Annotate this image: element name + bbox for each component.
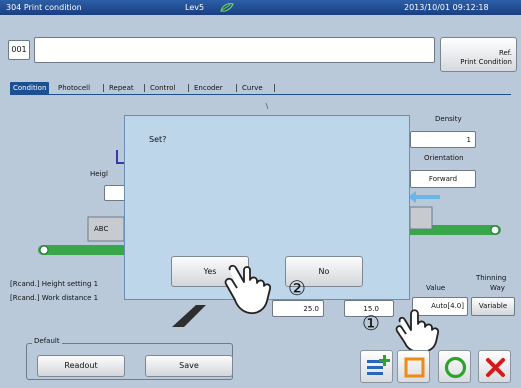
step-2-marker: ② xyxy=(288,276,306,300)
step-1-marker: ① xyxy=(362,311,380,335)
default-group-legend: Default xyxy=(32,337,62,345)
cross-cancel-icon xyxy=(486,358,505,377)
tab-condition[interactable]: Condition xyxy=(10,82,50,94)
ref-print-condition-button[interactable]: Ref. Print Condition xyxy=(440,37,517,72)
work-distance-label: [Rcand.] Work distance 1 xyxy=(10,294,99,302)
ref-button-line2: Print Condition xyxy=(460,58,512,66)
datetime: 2013/10/01 09:12:18 xyxy=(404,3,489,12)
tab-separator: | xyxy=(143,83,146,92)
tab-control[interactable]: Control xyxy=(150,82,175,94)
level-indicator: Lev5 xyxy=(185,3,205,12)
tab-separator: | xyxy=(187,83,190,92)
condition-id-field[interactable]: 001 xyxy=(8,40,30,60)
height-field[interactable] xyxy=(104,185,126,201)
list-plus-icon xyxy=(367,355,390,375)
density-label: Density xyxy=(435,115,462,123)
height-label: Heigl xyxy=(90,170,108,178)
tab-repeat[interactable]: Repeat xyxy=(109,82,134,94)
tab-curve[interactable]: Curve xyxy=(242,82,263,94)
tab-separator: | xyxy=(273,83,276,92)
condition-name-field[interactable] xyxy=(34,37,435,63)
sample-text: ABC xyxy=(94,225,109,233)
pointing-hand-icon xyxy=(395,309,440,353)
add-item-button[interactable] xyxy=(360,350,393,383)
workpiece-box xyxy=(409,206,433,230)
height-bracket-icon xyxy=(116,150,124,164)
thinning-label: Thinning xyxy=(476,274,507,282)
pointing-hand-icon xyxy=(224,264,272,314)
dialog-message: Set? xyxy=(149,135,167,144)
orientation-field[interactable]: Forward xyxy=(410,170,476,188)
tab-encoder[interactable]: Encoder xyxy=(194,82,223,94)
ref-button-line1: Ref. xyxy=(498,49,512,57)
orientation-label: Orientation xyxy=(424,154,464,162)
save-button[interactable]: Save xyxy=(145,355,233,377)
leaf-icon xyxy=(220,3,234,12)
square-icon xyxy=(404,357,425,378)
circle-ok-icon xyxy=(444,356,467,379)
ok-button[interactable] xyxy=(438,350,471,383)
square-button[interactable] xyxy=(397,350,430,383)
tab-separator: | xyxy=(102,83,105,92)
thinning-way-label: Way xyxy=(490,284,505,292)
tab-bar: Condition Photocell | Repeat | Control |… xyxy=(10,82,330,94)
height-setting-label: [Rcand.] Height setting 1 xyxy=(10,280,99,288)
density-field[interactable]: 1 xyxy=(410,131,476,148)
cancel-button[interactable] xyxy=(478,350,511,383)
tab-separator: | xyxy=(235,83,238,92)
readout-button[interactable]: Readout xyxy=(37,355,125,377)
print-head-shape xyxy=(172,305,206,327)
conveyor-belt-left xyxy=(38,245,138,255)
title-bar: 304 Print condition Lev5 2013/10/01 09:1… xyxy=(0,0,521,15)
tab-photocell[interactable]: Photocell xyxy=(58,82,90,94)
window-title: 304 Print condition xyxy=(6,3,82,12)
thinning-way-button[interactable]: Variable xyxy=(471,297,515,316)
thinning-value-label: Value xyxy=(426,284,446,292)
